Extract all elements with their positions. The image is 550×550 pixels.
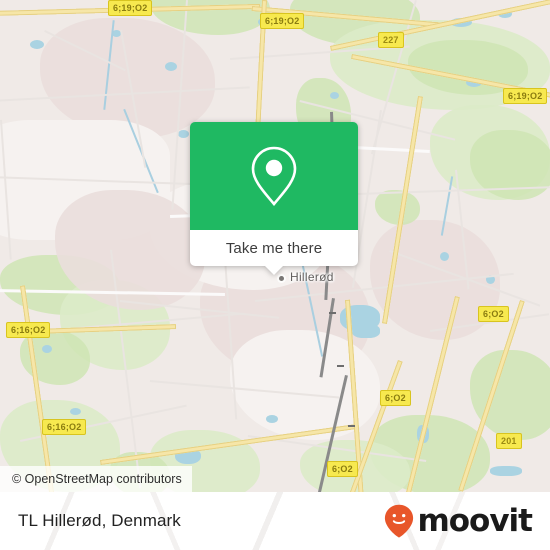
bottom-bar: TL Hillerød, Denmark moovit xyxy=(0,492,550,550)
map-water xyxy=(330,92,339,99)
road-shield: 6;O2 xyxy=(327,461,358,477)
station-callout-card[interactable]: Take me there xyxy=(190,122,358,275)
moovit-wordmark: moovit xyxy=(417,502,533,539)
map-water xyxy=(440,252,449,261)
place-marker-dot xyxy=(279,276,284,281)
road-shield: 6;O2 xyxy=(478,306,509,322)
station-title: TL Hillerød, Denmark xyxy=(18,511,181,530)
map-railway-tick xyxy=(329,312,336,314)
map-water xyxy=(30,40,44,49)
road-shield: 6;O2 xyxy=(380,390,411,406)
map-railway-tick xyxy=(348,425,355,427)
map-railway-tick xyxy=(337,365,344,367)
map-water xyxy=(178,130,189,138)
map-canvas[interactable]: Hillerød 6;19;O2 6;19;O2 227 6;19;O2 6;16;O2… xyxy=(0,0,550,492)
road-shield: 6;19;O2 xyxy=(108,0,153,16)
moovit-logo: moovit xyxy=(384,502,533,539)
map-water xyxy=(352,324,380,338)
attribution-text: © OpenStreetMap contributors xyxy=(12,472,182,486)
take-me-there-button[interactable]: Take me there xyxy=(190,230,358,266)
place-label-hillerod: Hillerød xyxy=(290,270,334,284)
callout-header xyxy=(190,122,358,230)
road-shield: 6;19;O2 xyxy=(503,88,548,104)
road-shield: 6;19;O2 xyxy=(260,13,305,29)
moovit-station-map-screen: Hillerød 6;19;O2 6;19;O2 227 6;19;O2 6;16;O2… xyxy=(0,0,550,550)
moovit-pin-icon xyxy=(385,504,414,538)
road-shield: 6;16;O2 xyxy=(42,419,87,435)
map-water xyxy=(165,62,177,71)
map-water xyxy=(266,415,278,423)
map-attribution[interactable]: © OpenStreetMap contributors xyxy=(0,466,192,492)
take-me-there-label: Take me there xyxy=(225,239,323,257)
map-water xyxy=(490,466,522,476)
road-shield: 6;16;O2 xyxy=(6,322,51,338)
road-shield: 227 xyxy=(378,32,404,48)
map-water xyxy=(42,345,52,353)
map-water xyxy=(70,408,81,415)
callout-tail xyxy=(265,266,283,275)
location-pin-icon xyxy=(251,146,297,207)
road-shield: 201 xyxy=(496,433,522,449)
